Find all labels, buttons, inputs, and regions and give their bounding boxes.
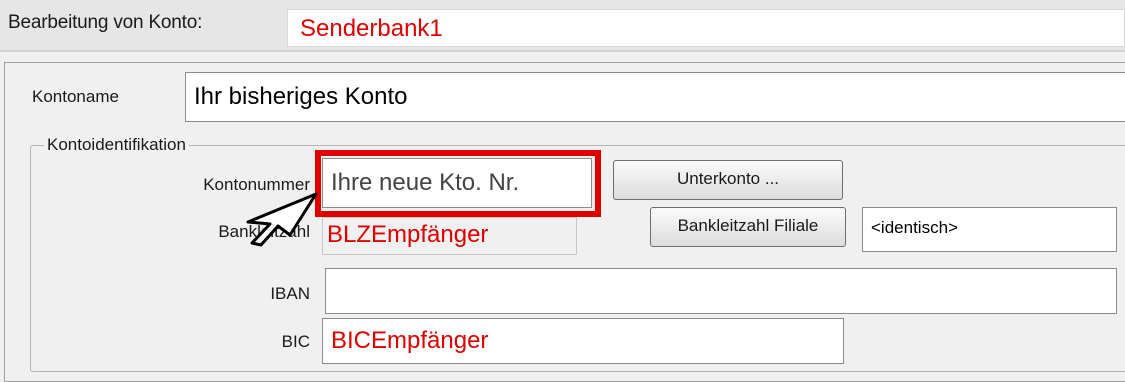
account-name-display: Senderbank1 bbox=[287, 9, 1125, 47]
filiale-field[interactable]: <identisch> bbox=[862, 207, 1117, 252]
kontonummer-highlight-box bbox=[315, 150, 601, 217]
unterkonto-button[interactable]: Unterkonto ... bbox=[613, 160, 843, 200]
bankleitzahl-field[interactable]: BLZEmpfänger bbox=[322, 217, 577, 255]
kontoname-label: Kontoname bbox=[32, 87, 119, 106]
bankleitzahl-filiale-button[interactable]: Bankleitzahl Filiale bbox=[650, 207, 846, 247]
pointer-arrow-icon bbox=[246, 192, 318, 247]
iban-label: IBAN bbox=[270, 284, 310, 303]
kontoname-field[interactable]: Ihr bisheriges Konto bbox=[185, 72, 1125, 122]
bic-field[interactable]: BICEmpfänger bbox=[322, 318, 844, 364]
kontoidentifikation-legend: Kontoidentifikation bbox=[44, 135, 189, 155]
iban-field[interactable] bbox=[325, 268, 1117, 314]
bic-label: BIC bbox=[281, 332, 310, 351]
header-label: Bearbeitung von Konto: bbox=[8, 12, 203, 33]
